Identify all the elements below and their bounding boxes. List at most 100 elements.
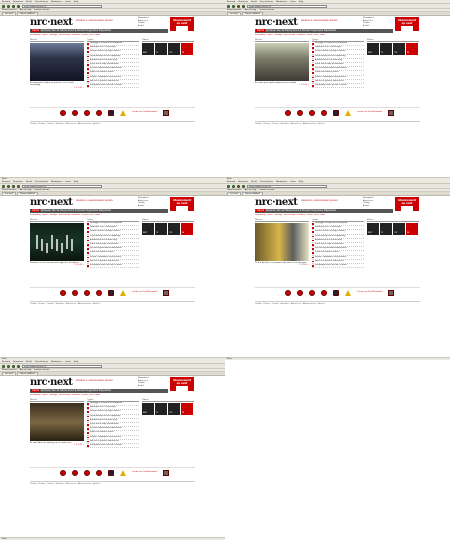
video-thumbnail[interactable]: NEXT: [367, 223, 379, 235]
bookmark-link[interactable]: Laatste nieuws: [34, 369, 49, 371]
section-nav[interactable]: Nieuwsblog · Opinie · Weblogs · Wetensch…: [30, 214, 168, 217]
menu-item[interactable]: Geschiedenis: [260, 181, 273, 183]
rss-icon[interactable]: [285, 289, 291, 296]
menu-item[interactable]: Geschiedenis: [35, 181, 48, 183]
tab-active[interactable]: nrc.next: [2, 372, 17, 375]
print-icon[interactable]: [309, 289, 315, 296]
menu-item[interactable]: Beeld: [26, 1, 32, 3]
menu-item[interactable]: Beeld: [251, 1, 257, 3]
carousel-pager[interactable]: 1 2 3 4 5 »: [255, 264, 309, 266]
menu-item[interactable]: Beeld: [26, 361, 32, 363]
bookmark-link[interactable]: Laatste nieuws: [34, 189, 49, 191]
mail-icon[interactable]: [72, 289, 78, 296]
stop-icon[interactable]: [12, 364, 15, 368]
promo-button[interactable]: [401, 206, 413, 211]
rss-icon[interactable]: [60, 469, 66, 476]
menu-item[interactable]: Bewerken: [13, 361, 23, 363]
tab-new[interactable]: Nieuw tabblad: [242, 12, 263, 15]
lead-photo[interactable]: [30, 223, 84, 261]
menu-item[interactable]: Geschiedenis: [260, 1, 273, 3]
tab-new[interactable]: Nieuw tabblad: [17, 12, 38, 15]
section-nav[interactable]: Nieuwsblog · Opinie · Weblogs · Wetensch…: [30, 394, 168, 397]
print-icon[interactable]: [84, 109, 90, 116]
menu-item[interactable]: Help: [74, 181, 79, 183]
forward-icon[interactable]: [232, 184, 235, 188]
ad-icon[interactable]: [388, 289, 395, 296]
headline-bar[interactable]: Opinie Opnieuw: Van de Treves Grond & Mi…: [255, 209, 393, 213]
newsletter-link[interactable]: Lees de next Cloud Nieuwsbrief: [357, 292, 382, 293]
flag-icon[interactable]: [108, 289, 114, 296]
menu-item[interactable]: Extra: [65, 361, 70, 363]
video-thumbnail[interactable]: RB: [406, 43, 418, 55]
page-footer[interactable]: Colofon · Privacy · Contact · Vacatures …: [255, 121, 420, 125]
menu-item[interactable]: Bladwijzers: [51, 181, 62, 183]
address-bar[interactable]: http://www.nrcnext.nl/: [247, 184, 327, 188]
home-icon[interactable]: [17, 4, 20, 8]
bookmark-link[interactable]: Meest bezocht: [2, 189, 17, 191]
lead-photo[interactable]: [255, 43, 309, 81]
lead-photo[interactable]: [30, 403, 84, 441]
newsletter-link[interactable]: Lees de next Cloud Nieuwsbrief: [357, 112, 382, 113]
print-icon[interactable]: [84, 289, 90, 296]
video-thumbnail[interactable]: RB: [181, 403, 193, 415]
bookmark-link[interactable]: Meest bezocht: [2, 369, 17, 371]
newsletter-link[interactable]: Lees de next Cloud Nieuwsbrief: [132, 112, 157, 113]
site-logo[interactable]: nrc·next: [30, 18, 73, 28]
video-thumbnail[interactable]: NEXT: [142, 403, 154, 415]
warning-icon[interactable]: [120, 469, 126, 476]
page-footer[interactable]: Colofon · Privacy · Contact · Vacatures …: [255, 301, 420, 305]
menu-item[interactable]: Beeld: [26, 181, 32, 183]
home-icon[interactable]: [17, 364, 20, 368]
newsletter-link[interactable]: Lees de next Cloud Nieuwsbrief: [132, 292, 157, 293]
video-thumbnail[interactable]: TOP: [168, 223, 180, 235]
headline-bar[interactable]: Opinie Opnieuw: Van de Treves Grond & Mi…: [30, 209, 168, 213]
bookmark-link[interactable]: Meest bezocht: [227, 9, 242, 11]
video-thumbnail[interactable]: RB: [181, 43, 193, 55]
ad-icon[interactable]: [163, 469, 170, 476]
site-logo[interactable]: nrc·next: [30, 198, 73, 208]
forward-icon[interactable]: [232, 4, 235, 8]
carousel-pager[interactable]: 1 2 3 4 5 »: [30, 264, 84, 266]
bookmark-link[interactable]: Laatste nieuws: [34, 9, 49, 11]
headline-text[interactable]: Opnieuw: Van de Treves Grond & Minder Pr…: [266, 29, 336, 32]
menu-item[interactable]: Help: [299, 1, 304, 3]
page-footer[interactable]: Colofon · Privacy · Contact · Vacatures …: [30, 301, 195, 305]
address-bar[interactable]: http://www.nrcnext.nl/: [22, 184, 102, 188]
video-thumbnail[interactable]: RB: [181, 223, 193, 235]
headline-text[interactable]: Opnieuw: Van de Treves Grond & Minder Pr…: [41, 389, 111, 392]
menu-item[interactable]: Bladwijzers: [51, 1, 62, 3]
share-icon[interactable]: [96, 109, 102, 116]
menu-item[interactable]: Extra: [290, 181, 295, 183]
site-logo[interactable]: nrc·next: [255, 18, 298, 28]
video-thumbnail[interactable]: NEXT: [142, 223, 154, 235]
video-thumbnail[interactable]: NEXT: [142, 43, 154, 55]
menu-item[interactable]: Help: [74, 361, 79, 363]
rss-icon[interactable]: [60, 109, 66, 116]
subscribe-banner[interactable]: Abonnement op next: [170, 17, 194, 31]
flag-icon[interactable]: [108, 109, 114, 116]
bookmark-link[interactable]: Aan de slag: [20, 189, 32, 191]
ad-icon[interactable]: [163, 109, 170, 116]
video-thumbnail[interactable]: TV: [155, 223, 167, 235]
home-icon[interactable]: [17, 184, 20, 188]
menu-item[interactable]: Bestand: [227, 1, 235, 3]
stop-icon[interactable]: [237, 184, 240, 188]
print-icon[interactable]: [84, 469, 90, 476]
tab-new[interactable]: Nieuw tabblad: [242, 192, 263, 195]
forward-icon[interactable]: [7, 184, 10, 188]
carousel-pager[interactable]: 1 2 3 4 5 »: [30, 444, 84, 446]
mail-icon[interactable]: [72, 469, 78, 476]
back-icon[interactable]: [2, 364, 5, 368]
home-icon[interactable]: [242, 184, 245, 188]
menu-item[interactable]: Bladwijzers: [51, 361, 62, 363]
bookmark-link[interactable]: Meest bezocht: [2, 9, 17, 11]
promo-button[interactable]: [176, 26, 188, 31]
rss-icon[interactable]: [285, 109, 291, 116]
subscribe-banner[interactable]: Abonnement op next: [170, 197, 194, 211]
menu-item[interactable]: Bladwijzers: [276, 181, 287, 183]
video-thumbnail[interactable]: NEXT: [367, 43, 379, 55]
warning-icon[interactable]: [345, 289, 351, 296]
tab-new[interactable]: Nieuw tabblad: [17, 192, 38, 195]
headline-bar[interactable]: Opinie Opnieuw: Van de Treves Grond & Mi…: [255, 29, 393, 33]
bookmark-link[interactable]: Meest bezocht: [227, 189, 242, 191]
